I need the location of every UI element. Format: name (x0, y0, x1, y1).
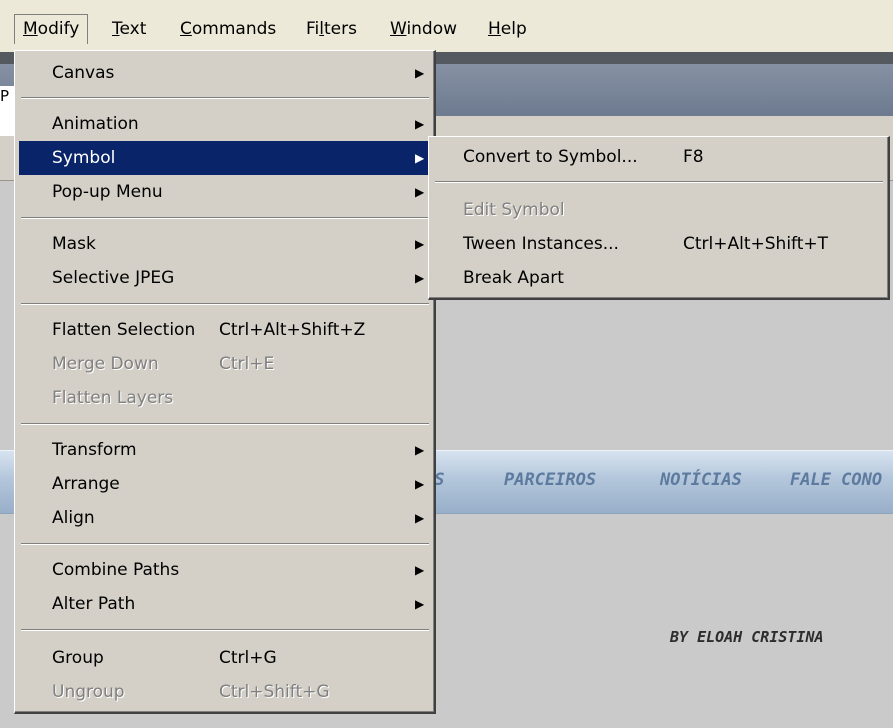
menu-item-convert-to-symbol[interactable]: Convert to Symbol... F8 (433, 140, 885, 174)
menu-commands[interactable]: Commands (172, 14, 284, 44)
menu-separator (21, 97, 429, 99)
submenu-arrow-icon: ▶ (415, 237, 425, 251)
left-panel-edge: P (0, 86, 14, 136)
menu-item-transform[interactable]: Transform ▶ (19, 433, 431, 467)
left-panel-text: P (0, 87, 10, 105)
menu-item-merge-down: Merge Down Ctrl+E (19, 347, 431, 381)
menu-text[interactable]: Text (104, 14, 154, 44)
menu-item-mask[interactable]: Mask ▶ (19, 227, 431, 261)
menu-separator (21, 217, 429, 219)
menu-item-ungroup: Ungroup Ctrl+Shift+G (19, 675, 431, 709)
menu-item-arrange[interactable]: Arrange ▶ (19, 467, 431, 501)
symbol-submenu: Convert to Symbol... F8 Edit Symbol Tween… (428, 136, 890, 300)
shortcut-label: Ctrl+E (219, 354, 275, 374)
submenu-arrow-icon: ▶ (415, 443, 425, 457)
shortcut-label: Ctrl+Alt+Shift+T (683, 234, 829, 254)
menu-separator (435, 181, 883, 183)
submenu-arrow-icon: ▶ (415, 563, 425, 577)
menu-item-edit-symbol: Edit Symbol (463, 200, 565, 220)
submenu-arrow-icon: ▶ (415, 271, 425, 285)
menu-item-canvas[interactable]: Canvas ▶ (19, 56, 431, 90)
submenu-arrow-icon: ▶ (415, 66, 425, 80)
shortcut-label: F8 (683, 147, 704, 167)
author-credit: BY ELOAH CRISTINA (670, 628, 824, 646)
menu-item-animation[interactable]: Animation ▶ (19, 107, 431, 141)
menu-item-combine-paths[interactable]: Combine Paths ▶ (19, 553, 431, 587)
menu-separator (21, 423, 429, 425)
menu-bar: Modify Text Commands Filters Window Help (0, 0, 893, 53)
submenu-arrow-icon: ▶ (415, 117, 425, 131)
menu-item-break-apart[interactable]: Break Apart (433, 261, 885, 295)
shortcut-label: Ctrl+G (219, 648, 277, 668)
menu-window[interactable]: Window (382, 14, 465, 44)
menu-item-flatten-layers: Flatten Layers (52, 388, 174, 408)
menu-item-align[interactable]: Align ▶ (19, 501, 431, 535)
menu-modify[interactable]: Modify (14, 14, 89, 44)
site-nav-item-noticias: NOTÍCIAS (660, 470, 742, 490)
submenu-arrow-icon: ▶ (415, 185, 425, 199)
shortcut-label: Ctrl+Shift+G (219, 682, 330, 702)
menu-item-flatten-selection[interactable]: Flatten Selection Ctrl+Alt+Shift+Z (19, 313, 431, 347)
menu-separator (21, 629, 429, 631)
site-nav-item-fale-conosco: FALE CONO (790, 470, 883, 490)
menu-item-group[interactable]: Group Ctrl+G (19, 641, 431, 675)
submenu-arrow-icon: ▶ (415, 151, 425, 165)
site-nav-item-parceiros: PARCEIROS (504, 470, 597, 490)
submenu-arrow-icon: ▶ (415, 511, 425, 525)
modify-menu: Canvas ▶ Animation ▶ Symbol ▶ Pop-up Menu ▶ … (14, 50, 436, 714)
submenu-arrow-icon: ▶ (415, 477, 425, 491)
menu-item-selective-jpeg[interactable]: Selective JPEG ▶ (19, 261, 431, 295)
submenu-arrow-icon: ▶ (415, 597, 425, 611)
menu-item-popup-menu[interactable]: Pop-up Menu ▶ (19, 175, 431, 209)
menu-separator (21, 303, 429, 305)
menu-item-symbol[interactable]: Symbol ▶ (19, 141, 431, 175)
menu-filters[interactable]: Filters (298, 14, 365, 44)
menu-item-alter-path[interactable]: Alter Path ▶ (19, 587, 431, 621)
menu-separator (21, 543, 429, 545)
menu-item-tween-instances[interactable]: Tween Instances... Ctrl+Alt+Shift+T (433, 227, 885, 261)
shortcut-label: Ctrl+Alt+Shift+Z (219, 320, 366, 340)
menu-help[interactable]: Help (480, 14, 535, 44)
